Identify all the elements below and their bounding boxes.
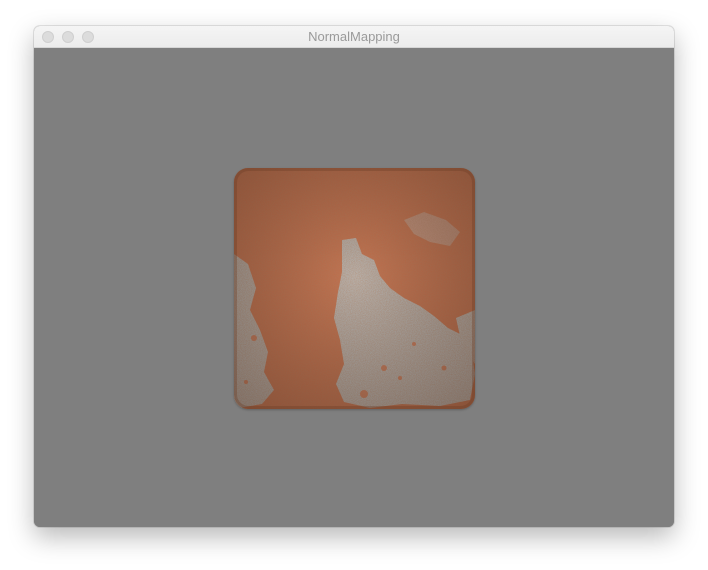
window-title: NormalMapping [308, 29, 400, 44]
title-bar[interactable]: NormalMapping [34, 26, 674, 48]
normal-mapped-brick-tile [234, 168, 475, 409]
bevel-shade [234, 168, 475, 409]
render-viewport[interactable] [34, 48, 674, 527]
app-window: NormalMapping [34, 26, 674, 527]
brick-tile-texture [234, 168, 475, 409]
